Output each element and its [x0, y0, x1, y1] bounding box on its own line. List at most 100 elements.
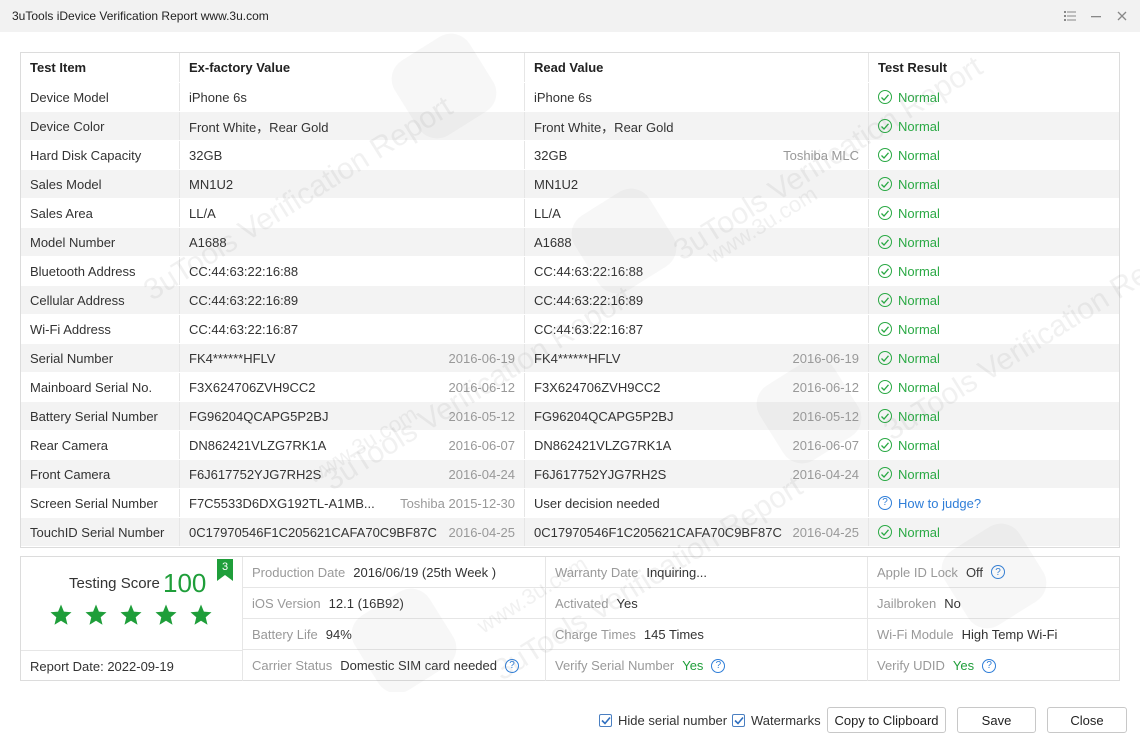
cell-test-item: Mainboard Serial No. — [21, 373, 180, 401]
check-circle-icon — [878, 148, 892, 162]
cell-read-value: Front White，Rear Gold — [525, 112, 869, 140]
cell-read-value: FK4******HFLV 2016-06-19 — [525, 344, 869, 372]
star-icon — [49, 603, 73, 630]
read-value: 32GB — [534, 147, 568, 163]
info-cell: Wi-Fi Module High Temp Wi-Fi — [868, 619, 1119, 649]
cell-read-value: F6J617752YJG7RH2S 2016-04-24 — [525, 460, 869, 488]
ex-factory-note: 2016-05-12 — [448, 408, 516, 424]
table-row: Bluetooth Address CC:44:63:22:16:88 CC:44:… — [21, 257, 1119, 286]
score-box: Testing Score 100 3 — [21, 557, 243, 650]
report-date: Report Date: 2022-09-19 — [21, 650, 243, 681]
table-row: Sales Model MN1U2 MN1U2 Normal — [21, 170, 1119, 199]
read-value: FK4******HFLV — [534, 350, 621, 366]
info-cell: iOS Version 12.1 (16B92) — [243, 588, 546, 618]
score-badge: 3 — [217, 559, 233, 581]
cell-ex-factory: F3X624706ZVH9CC2 2016-06-12 — [180, 373, 525, 401]
table-row: Device Model iPhone 6s iPhone 6s Normal — [21, 83, 1119, 112]
cell-test-item: TouchID Serial Number — [21, 518, 180, 546]
star-icon — [189, 603, 213, 630]
info-cell: Warranty Date Inquiring... — [546, 557, 868, 587]
read-value: FG96204QCAPG5P2BJ — [534, 408, 674, 424]
result-text: Normal — [898, 263, 940, 279]
cell-test-item: Wi-Fi Address — [21, 315, 180, 343]
cell-ex-factory: FK4******HFLV 2016-06-19 — [180, 344, 525, 372]
info-label: Carrier Status — [252, 658, 333, 673]
ex-factory-value: F3X624706ZVH9CC2 — [189, 379, 316, 395]
read-value: 0C17970546F1C205621CAFA70C9BF87C — [534, 524, 782, 540]
cell-read-value: CC:44:63:22:16:89 — [525, 286, 869, 314]
help-icon[interactable]: ? — [711, 658, 726, 673]
save-button[interactable]: Save — [957, 707, 1036, 733]
ex-factory-note: 2016-06-19 — [448, 350, 516, 366]
read-value-note: 2016-04-25 — [792, 524, 860, 540]
result-text: Normal — [898, 176, 940, 192]
cell-read-value: User decision needed — [525, 489, 869, 517]
help-icon[interactable]: ? — [505, 658, 519, 673]
table-row: Mainboard Serial No. F3X624706ZVH9CC2 2016… — [21, 373, 1119, 402]
close-icon[interactable] — [1112, 6, 1132, 26]
info-value: No — [944, 595, 961, 611]
info-value: Off — [965, 564, 984, 580]
result-text: Normal — [898, 437, 940, 453]
result-text: Normal — [898, 350, 940, 366]
check-circle-icon — [878, 467, 892, 481]
result-normal: Normal — [878, 525, 940, 540]
result-normal: Normal — [878, 235, 940, 250]
cell-test-item: Screen Serial Number — [21, 489, 180, 517]
copy-to-clipboard-button[interactable]: Copy to Clipboard — [827, 707, 946, 733]
result-text: How to judge? — [898, 495, 982, 511]
info-value: 94% — [325, 626, 352, 642]
header-test-result: Test Result — [878, 60, 948, 75]
watermarks-checkbox[interactable]: Watermarks — [732, 713, 821, 728]
ex-factory-value: CC:44:63:22:16:88 — [189, 263, 299, 279]
cell-read-value: 32GB Toshiba MLC — [525, 141, 869, 169]
ex-factory-value: FG96204QCAPG5P2BJ — [189, 408, 329, 424]
info-label: Production Date — [252, 564, 346, 580]
read-value-note: 2016-05-12 — [792, 408, 860, 424]
result-normal: Normal — [878, 264, 940, 279]
close-button[interactable]: Close — [1047, 707, 1127, 733]
ex-factory-value: CC:44:63:22:16:89 — [189, 292, 299, 308]
minimize-icon[interactable] — [1086, 6, 1106, 26]
header-test-item: Test Item — [21, 53, 180, 82]
table-row: Wi-Fi Address CC:44:63:22:16:87 CC:44:63:2… — [21, 315, 1119, 344]
cell-test-item: Bluetooth Address — [21, 257, 180, 285]
help-icon[interactable]: ? — [991, 565, 1006, 579]
cell-ex-factory: MN1U2 — [180, 170, 525, 198]
read-value: CC:44:63:22:16:87 — [534, 321, 644, 337]
table-header: Test Item Ex-factory Value Read Value Te… — [21, 53, 1119, 83]
cell-test-item: Serial Number — [21, 344, 180, 372]
ex-factory-note: 2016-04-25 — [448, 524, 516, 540]
check-circle-icon — [878, 409, 892, 423]
score-label: Testing Score — [69, 575, 160, 592]
result-text: Normal — [898, 147, 940, 163]
read-value: MN1U2 — [534, 176, 579, 192]
ex-factory-value: 0C17970546F1C205621CAFA70C9BF87C — [189, 524, 437, 540]
info-value: Domestic SIM card needed — [340, 658, 497, 673]
window-title: 3uTools iDevice Verification Report www.… — [12, 9, 269, 23]
cell-ex-factory: F7C5533D6DXG192TL-A1MB... Toshiba 2015-12… — [180, 489, 525, 517]
ex-factory-value: Front White，Rear Gold — [189, 119, 329, 135]
info-value: 12.1 (16B92) — [328, 595, 404, 611]
info-row: iOS Version 12.1 (16B92) Activated Yes Jailb… — [243, 588, 1119, 619]
menu-icon[interactable] — [1060, 6, 1080, 26]
cell-read-value: CC:44:63:22:16:87 — [525, 315, 869, 343]
cell-read-value: 0C17970546F1C205621CAFA70C9BF87C 2016-04-… — [525, 518, 869, 546]
info-label: Wi-Fi Module — [877, 626, 954, 642]
verification-table: Test Item Ex-factory Value Read Value Te… — [20, 52, 1120, 548]
star-icon — [84, 603, 108, 630]
cell-ex-factory: LL/A — [180, 199, 525, 227]
info-label: Jailbroken — [877, 595, 937, 611]
hide-serial-checkbox[interactable]: Hide serial number — [599, 713, 727, 728]
info-label: Warranty Date — [555, 564, 639, 580]
header-ex-factory: Ex-factory Value — [180, 53, 525, 82]
check-circle-icon — [878, 177, 892, 191]
title-bar: 3uTools iDevice Verification Report www.… — [0, 0, 1140, 32]
help-icon[interactable]: ? — [982, 658, 997, 673]
how-to-judge-link[interactable]: ? How to judge? — [878, 496, 981, 511]
cell-test-item: Sales Model — [21, 170, 180, 198]
result-normal: Normal — [878, 351, 940, 366]
info-label: Verify Serial Number — [555, 658, 675, 673]
table-row: Device Color Front White，Rear Gold Front W… — [21, 112, 1119, 141]
checkbox-checked-icon — [732, 714, 745, 727]
